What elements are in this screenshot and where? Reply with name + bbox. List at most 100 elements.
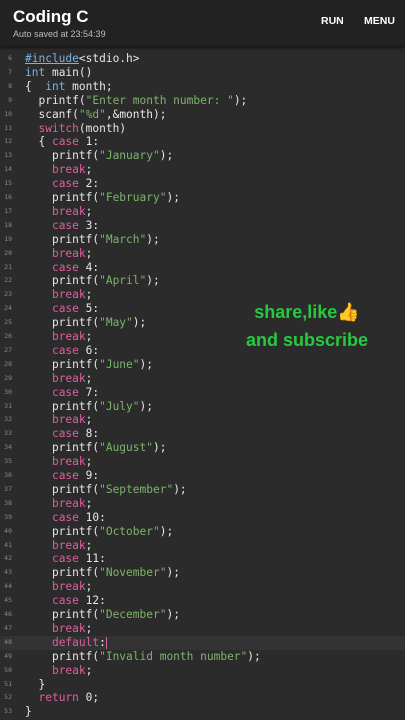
code-line[interactable]: 30 case 7: — [0, 386, 405, 400]
code-text[interactable]: break; — [25, 664, 92, 678]
code-text[interactable]: return 0; — [25, 691, 99, 705]
code-line[interactable]: 15 case 2: — [0, 177, 405, 191]
code-text[interactable]: } — [25, 678, 45, 692]
code-line[interactable]: 46 printf("December"); — [0, 608, 405, 622]
code-text[interactable]: break; — [25, 622, 92, 636]
code-line[interactable]: 31 printf("July"); — [0, 400, 405, 414]
code-line[interactable]: 49 printf("Invalid month number"); — [0, 650, 405, 664]
code-text[interactable]: break; — [25, 163, 92, 177]
code-text[interactable]: case 4: — [25, 261, 99, 275]
code-text[interactable]: printf("January"); — [25, 149, 173, 163]
code-text[interactable]: break; — [25, 372, 92, 386]
code-line[interactable]: 47 break; — [0, 622, 405, 636]
code-text[interactable]: break; — [25, 580, 92, 594]
run-button[interactable]: RUN — [321, 15, 344, 27]
code-line[interactable]: 38 break; — [0, 497, 405, 511]
code-text[interactable]: switch(month) — [25, 122, 126, 136]
code-text[interactable]: break; — [25, 330, 92, 344]
code-text[interactable]: printf("Enter month number: "); — [25, 94, 247, 108]
code-text[interactable]: case 9: — [25, 469, 99, 483]
code-line[interactable]: 12 { case 1: — [0, 135, 405, 149]
line-number: 52 — [4, 693, 12, 702]
app-title: Coding C — [13, 7, 89, 26]
code-text[interactable]: break; — [25, 455, 92, 469]
code-line[interactable]: 40 printf("October"); — [0, 525, 405, 539]
code-line[interactable]: 9 printf("Enter month number: "); — [0, 94, 405, 108]
code-text[interactable]: case 11: — [25, 552, 106, 566]
code-line[interactable]: 43 printf("November"); — [0, 566, 405, 580]
code-line[interactable]: 35 break; — [0, 455, 405, 469]
code-text[interactable]: case 3: — [25, 219, 99, 233]
code-text[interactable]: case 10: — [25, 511, 106, 525]
code-line[interactable]: 29 break; — [0, 372, 405, 386]
code-line[interactable]: 20 break; — [0, 247, 405, 261]
code-text[interactable]: printf("September"); — [25, 483, 187, 497]
code-line[interactable]: 7 int main() — [0, 66, 405, 80]
plain-token: ; — [85, 371, 93, 385]
code-line[interactable]: 51 } — [0, 678, 405, 692]
code-line[interactable]: 36 case 9: — [0, 469, 405, 483]
code-line[interactable]: 19 printf("March"); — [0, 233, 405, 247]
code-line[interactable]: 32 break; — [0, 413, 405, 427]
code-line[interactable]: 18 case 3: — [0, 219, 405, 233]
code-text[interactable]: case 12: — [25, 594, 106, 608]
code-text[interactable]: { case 1: — [25, 135, 99, 149]
code-text[interactable]: break; — [25, 288, 92, 302]
code-text[interactable]: case 5: — [25, 302, 99, 316]
code-text[interactable]: default: — [25, 636, 107, 650]
code-line[interactable]: 16 printf("February"); — [0, 191, 405, 205]
code-line[interactable]: 52 return 0; — [0, 691, 405, 705]
code-text[interactable]: printf("June"); — [25, 358, 153, 372]
code-text[interactable]: break; — [25, 247, 92, 261]
code-line[interactable]: 17 break; — [0, 205, 405, 219]
code-line[interactable]: 14 break; — [0, 163, 405, 177]
code-text[interactable]: printf("August"); — [25, 441, 167, 455]
code-line[interactable]: 34 printf("August"); — [0, 441, 405, 455]
code-line[interactable]: 11 switch(month) — [0, 122, 405, 136]
code-text[interactable]: break; — [25, 497, 92, 511]
code-line[interactable]: 44 break; — [0, 580, 405, 594]
string-token: "April" — [99, 274, 147, 288]
code-text[interactable]: printf("July"); — [25, 400, 153, 414]
code-line[interactable]: 48 default: — [0, 635, 405, 650]
code-line[interactable]: 45 case 12: — [0, 594, 405, 608]
code-line[interactable]: 8 { int month; — [0, 80, 405, 94]
plain-token: <stdio.h> — [78, 52, 140, 65]
code-line[interactable]: 6 #include<stdio.h> — [0, 52, 405, 66]
code-text[interactable]: case 7: — [25, 386, 99, 400]
code-text[interactable]: scanf("%d",&month); — [25, 108, 166, 122]
code-text[interactable]: case 8: — [25, 427, 99, 441]
code-text[interactable]: printf("November"); — [25, 566, 180, 580]
code-text[interactable]: int main() — [25, 66, 92, 80]
code-line[interactable]: 33 case 8: — [0, 427, 405, 441]
code-line[interactable]: 28 printf("June"); — [0, 358, 405, 372]
code-line[interactable]: 22 printf("April"); — [0, 274, 405, 288]
code-text[interactable]: #include<stdio.h> — [25, 52, 140, 66]
code-text[interactable]: printf("October"); — [25, 525, 173, 539]
code-line[interactable]: 37 printf("September"); — [0, 483, 405, 497]
code-text[interactable]: } — [25, 705, 32, 719]
code-line[interactable]: 53} — [0, 705, 405, 719]
code-line[interactable]: 39 case 10: — [0, 511, 405, 525]
code-line[interactable]: 42 case 11: — [0, 552, 405, 566]
code-text[interactable]: printf("Invalid month number"); — [25, 650, 261, 664]
code-text[interactable]: case 2: — [25, 177, 99, 191]
code-line[interactable]: 10 scanf("%d",&month); — [0, 108, 405, 122]
code-text[interactable]: case 6: — [25, 344, 99, 358]
code-text[interactable]: break; — [25, 413, 92, 427]
code-line[interactable]: 21 case 4: — [0, 261, 405, 275]
menu-button[interactable]: MENU — [364, 15, 395, 27]
code-line[interactable]: 13 printf("January"); — [0, 149, 405, 163]
code-text[interactable]: printf("December"); — [25, 608, 180, 622]
code-text[interactable]: printf("February"); — [25, 191, 180, 205]
code-line[interactable]: 50 break; — [0, 664, 405, 678]
code-text[interactable]: printf("March"); — [25, 233, 160, 247]
code-editor[interactable]: 6 #include<stdio.h> 7 int main() 8 { int mont… — [0, 50, 405, 720]
code-line[interactable]: 41 break; — [0, 539, 405, 553]
code-text[interactable]: printf("May"); — [25, 316, 146, 330]
code-text[interactable]: break; — [25, 205, 92, 219]
code-text[interactable]: printf("April"); — [25, 274, 160, 288]
code-text[interactable]: { int month; — [25, 80, 113, 94]
code-text[interactable]: break; — [25, 539, 92, 553]
